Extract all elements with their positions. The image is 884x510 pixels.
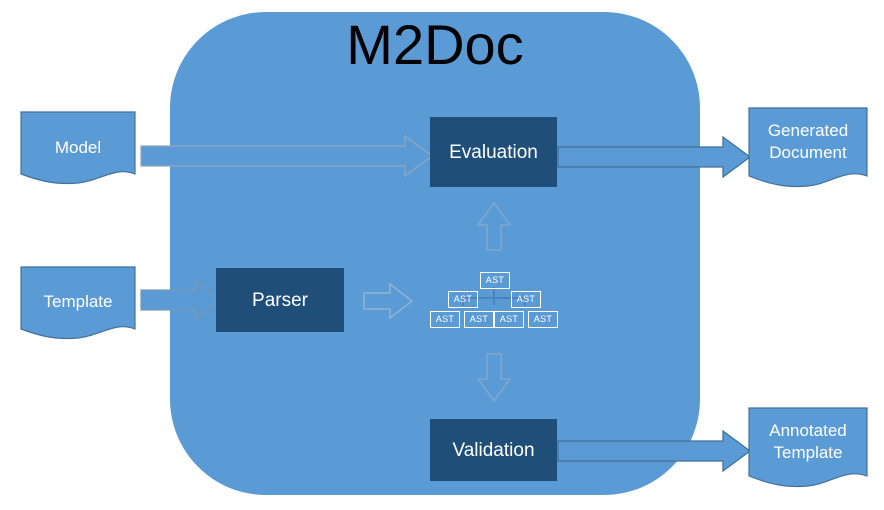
document-wave-icon	[748, 107, 868, 188]
arrow-ast-to-evaluation	[476, 201, 512, 251]
diagram-canvas: M2Doc Evaluation Parser Validation Model…	[0, 0, 884, 510]
ast-node-leaf-4-label: AST	[533, 314, 553, 324]
document-wave-icon	[20, 111, 136, 185]
process-box-parser-label: Parser	[252, 289, 308, 311]
ast-node-leaf-1-label: AST	[435, 314, 455, 324]
process-box-validation[interactable]: Validation	[430, 419, 557, 481]
ast-tree: AST AST AST AST AST AST AST	[426, 272, 562, 330]
ast-node-leaf-2[interactable]: AST	[464, 311, 494, 328]
ast-node-mid-2[interactable]: AST	[511, 291, 541, 308]
arrow-validation-to-annotated-template	[557, 429, 752, 473]
process-box-parser[interactable]: Parser	[216, 268, 344, 332]
document-shape-template[interactable]: Template	[20, 266, 136, 344]
ast-connector-root-vertical	[493, 287, 495, 305]
ast-node-mid-1-label: AST	[453, 294, 473, 304]
ast-node-leaf-2-label: AST	[469, 314, 489, 324]
ast-node-leaf-3-label: AST	[499, 314, 519, 324]
process-box-validation-label: Validation	[452, 439, 535, 461]
ast-node-leaf-1[interactable]: AST	[430, 311, 460, 328]
arrow-ast-to-validation	[476, 353, 512, 403]
document-shape-model[interactable]: Model	[20, 111, 136, 189]
arrow-evaluation-to-generated-document	[557, 135, 752, 179]
ast-node-leaf-4[interactable]: AST	[528, 311, 558, 328]
process-box-evaluation-label: Evaluation	[449, 141, 538, 163]
arrow-template-to-parser	[140, 279, 221, 321]
arrow-parser-to-ast	[363, 282, 414, 320]
document-wave-icon	[20, 266, 136, 340]
document-wave-icon	[748, 407, 868, 488]
document-shape-annotated-template[interactable]: Annotated Template	[748, 407, 868, 492]
ast-node-mid-2-label: AST	[516, 294, 536, 304]
ast-node-root[interactable]: AST	[480, 272, 510, 289]
ast-node-root-label: AST	[485, 275, 505, 285]
document-shape-generated-document[interactable]: Generated Document	[748, 107, 868, 192]
arrow-model-to-evaluation	[140, 134, 434, 178]
process-box-evaluation[interactable]: Evaluation	[430, 117, 557, 187]
ast-node-leaf-3[interactable]: AST	[494, 311, 524, 328]
ast-node-mid-1[interactable]: AST	[448, 291, 478, 308]
